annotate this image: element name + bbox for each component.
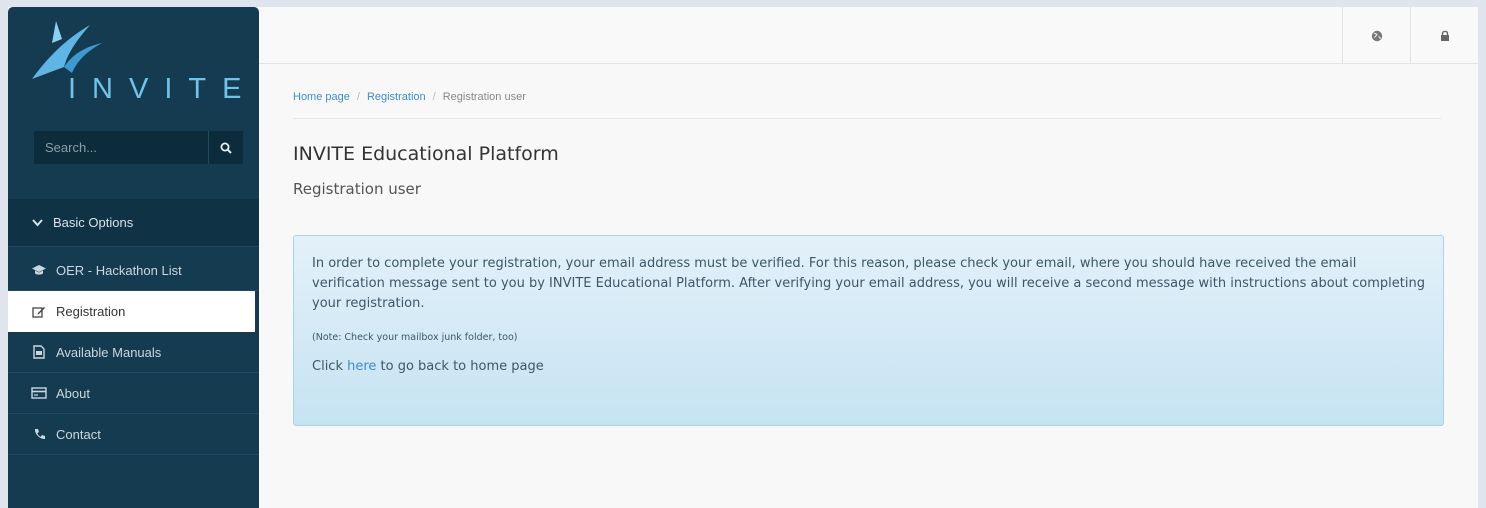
search-input[interactable] [34,131,208,164]
logo-text: INVITE [68,73,258,105]
section-label: Basic Options [53,215,134,230]
sidebar-item-label: Available Manuals [56,344,162,360]
login-button[interactable] [1410,7,1478,64]
logo[interactable]: INVITE [28,17,241,105]
lock-icon [1440,30,1449,41]
back-suffix: to go back to home page [376,359,544,374]
sidebar-item-contact[interactable]: Contact [8,414,259,455]
breadcrumb-current: Registration user [442,91,526,103]
breadcrumb: Home page / Registration / Registration user [293,91,1441,119]
sidebar-item-label: Contact [56,426,101,442]
sidebar-item-registration[interactable]: Registration [8,291,255,332]
section-basic-options[interactable]: Basic Options [8,199,259,247]
home-page-link[interactable]: here [347,359,376,374]
top-navbar [259,7,1478,64]
breadcrumb-separator: / [356,91,360,103]
chevron-down-icon [32,218,43,227]
sidebar-item-oer-hackathon[interactable]: OER - Hackathon List [8,250,259,291]
alert-back-line: Click here to go back to home page [312,359,1425,374]
search-box [34,131,243,164]
page-subtitle: Registration user [293,180,421,198]
card-icon [30,387,48,399]
alert-note: (Note: Check your mailbox junk folder, t… [312,332,518,343]
sidebar-item-label: About [56,385,90,401]
breadcrumb-home-link[interactable]: Home page [293,91,350,103]
sidebar-item-label: OER - Hackathon List [56,262,182,278]
alert-message: In order to complete your registration, … [312,256,1425,311]
info-alert: In order to complete your registration, … [293,235,1444,426]
graduation-cap-icon [30,264,48,276]
language-button[interactable] [1342,7,1410,64]
sidebar-item-about[interactable]: About [8,373,259,414]
phone-icon [30,428,48,441]
breadcrumb-separator: / [432,91,436,103]
sidebar-item-available-manuals[interactable]: Available Manuals [8,332,259,373]
search-button[interactable] [208,131,243,164]
globe-icon [1371,30,1382,41]
file-icon [30,345,48,359]
sidebar: INVITE Basic Options OER - Hackathon Lis… [8,7,259,508]
edit-icon [30,305,48,319]
search-icon [220,142,232,154]
sidebar-item-label: Registration [56,304,126,319]
back-prefix: Click [312,359,348,374]
breadcrumb-registration-link[interactable]: Registration [367,91,426,103]
app-frame: INVITE Basic Options OER - Hackathon Lis… [8,7,1478,508]
page-title: INVITE Educational Platform [293,143,559,165]
